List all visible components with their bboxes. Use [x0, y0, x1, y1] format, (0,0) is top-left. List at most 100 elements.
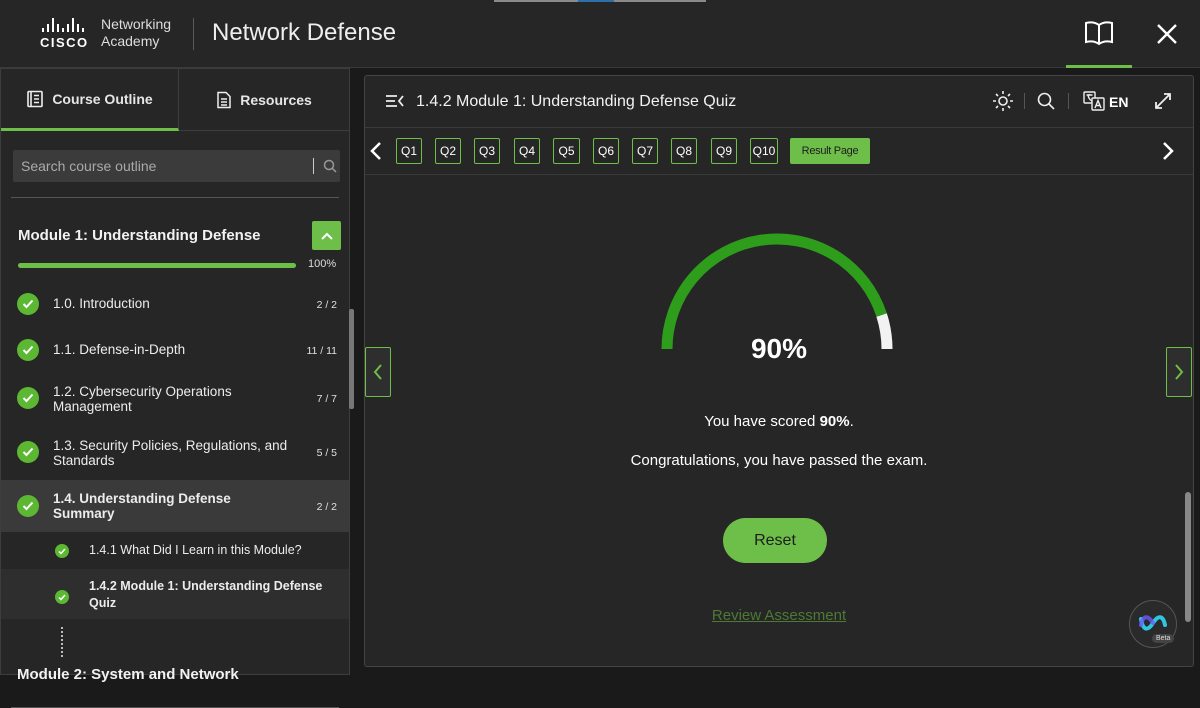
tab-resources[interactable]: Resources: [179, 69, 349, 131]
module-title[interactable]: Module 1: Understanding Defense: [18, 227, 261, 244]
outline-item-count: 11 / 11: [306, 345, 337, 357]
beta-badge: Beta: [1152, 634, 1175, 643]
outline-item-label: 1.1. Defense-in-Depth: [53, 342, 186, 357]
question-button[interactable]: Q3: [474, 138, 500, 164]
chevron-right-icon: [1175, 364, 1184, 380]
collapse-menu-icon[interactable]: [385, 93, 405, 109]
cisco-wordmark: CISCO: [40, 35, 89, 50]
question-button[interactable]: Q10: [750, 138, 778, 164]
check-circle-icon: [17, 441, 39, 463]
search-box: [13, 150, 340, 182]
close-button[interactable]: [1134, 0, 1200, 68]
congrats-message: Congratulations, you have passed the exa…: [630, 452, 928, 469]
outline-item-label: 1.3. Security Policies, Regulations, and…: [53, 438, 288, 468]
header-divider: [193, 18, 194, 50]
next-page-button[interactable]: [1166, 347, 1192, 397]
outline-item[interactable]: 1.2. Cybersecurity Operations Management…: [1, 374, 349, 422]
question-button[interactable]: Q2: [435, 138, 461, 164]
translate-icon[interactable]: [1083, 91, 1105, 111]
outline-item-label: 1.4. Understanding Defense Summary: [53, 491, 231, 521]
outline-item[interactable]: 1.0. Introduction 2 / 2: [1, 286, 349, 322]
outline-item[interactable]: 1.3. Security Policies, Regulations, and…: [1, 428, 349, 476]
outline-item-label: 1.2. Cybersecurity Operations Management: [53, 384, 232, 414]
reset-button[interactable]: Reset: [723, 518, 827, 563]
tab-resources-label: Resources: [240, 92, 312, 108]
webex-icon: [1139, 615, 1167, 631]
check-circle-icon: [17, 387, 39, 409]
outline-item-count: 2 / 2: [316, 501, 337, 513]
outline-icon: [27, 90, 44, 107]
question-button[interactable]: Q9: [711, 138, 737, 164]
check-circle-icon: [17, 495, 39, 517]
result-page-button[interactable]: Result Page: [790, 138, 870, 164]
tab-course-outline-label: Course Outline: [52, 90, 153, 107]
language-label[interactable]: EN: [1109, 94, 1128, 110]
module-progress-percent: 100%: [308, 258, 337, 270]
score-message-prefix: You have scored: [704, 413, 820, 430]
course-book-button[interactable]: [1066, 0, 1132, 68]
check-dot-icon: [55, 544, 69, 558]
quiz-header: 1.4.2 Module 1: Understanding Defense Qu…: [365, 76, 1193, 128]
outline-item-label: 1.0. Introduction: [53, 296, 150, 311]
score-message-suffix: .: [849, 413, 854, 430]
document-icon: [217, 91, 231, 109]
check-circle-icon: [17, 293, 39, 315]
header-separator: [1068, 93, 1069, 109]
section-divider: [11, 197, 339, 198]
cisco-bars-icon: [42, 18, 92, 32]
course-title: Network Defense: [212, 19, 397, 46]
top-bar: CISCO Networking Academy Network Defense: [0, 0, 1200, 68]
question-button[interactable]: Q4: [514, 138, 540, 164]
outline-item[interactable]: 1.1. Defense-in-Depth 11 / 11: [1, 332, 349, 368]
search-icon[interactable]: [323, 159, 337, 173]
close-icon: [1157, 24, 1177, 44]
question-button[interactable]: Q1: [396, 138, 422, 164]
outline-subitem-current[interactable]: 1.4.2 Module 1: Understanding Defense Qu…: [1, 569, 349, 619]
search-input[interactable]: [13, 150, 298, 182]
outline-item-count: 2 / 2: [316, 299, 337, 311]
module-progress-bar: [18, 263, 296, 268]
quiz-panel: 1.4.2 Module 1: Understanding Defense Qu…: [364, 75, 1194, 667]
course-outline-sidebar: Course Outline Resources Module 1: Under…: [0, 68, 354, 708]
chevron-right-icon[interactable]: [1161, 140, 1175, 162]
check-circle-icon: [17, 339, 39, 361]
outline-subitem-label: 1.4.1 What Did I Learn in this Module?: [89, 543, 302, 557]
quiz-title: 1.4.2 Module 1: Understanding Defense Qu…: [416, 93, 737, 110]
collapse-module-button[interactable]: [312, 221, 341, 250]
question-navigator: Q1 Q2 Q3 Q4 Q5 Q6 Q7 Q8 Q9 Q10 Result Page: [365, 129, 1193, 175]
outline-subitem[interactable]: 1.4.1 What Did I Learn in this Module?: [1, 533, 349, 567]
module-progress-fill: [18, 263, 296, 268]
logo-academy: Academy: [101, 33, 160, 49]
chevron-left-icon: [373, 364, 382, 380]
sidebar-tabs: Course Outline Resources: [1, 69, 349, 131]
chevron-up-icon: [320, 232, 333, 240]
score-message: You have scored 90%.: [365, 413, 1193, 430]
page-scrollbar[interactable]: [1185, 492, 1191, 622]
question-button[interactable]: Q5: [553, 138, 580, 164]
sidebar-scrollbar[interactable]: [349, 309, 354, 409]
book-icon: [1085, 20, 1113, 45]
outline-subitem-label: 1.4.2 Module 1: Understanding Defense Qu…: [89, 579, 323, 610]
chevron-left-icon[interactable]: [369, 140, 383, 162]
tab-course-outline[interactable]: Course Outline: [1, 69, 179, 131]
review-assessment-link[interactable]: Review Assessment: [365, 607, 1193, 624]
fullscreen-icon[interactable]: [1154, 92, 1172, 110]
check-dot-icon: [55, 590, 69, 604]
search-icon[interactable]: [1037, 92, 1055, 110]
question-button[interactable]: Q6: [593, 138, 619, 164]
previous-page-button[interactable]: [365, 347, 391, 397]
outline-item-active[interactable]: 1.4. Understanding Defense Summary 2 / 2: [1, 480, 349, 532]
cisco-logo[interactable]: CISCO Networking Academy: [40, 16, 180, 52]
top-loading-line: [494, 0, 706, 2]
header-separator: [1024, 93, 1025, 109]
question-button[interactable]: Q8: [671, 138, 697, 164]
subitem-connector: [61, 627, 63, 657]
score-message-value: 90%: [819, 413, 850, 430]
question-button[interactable]: Q7: [632, 138, 658, 164]
outline-item-count: 7 / 7: [316, 393, 337, 405]
brightness-icon[interactable]: [992, 90, 1014, 112]
outline-item-count: 5 / 5: [316, 447, 337, 459]
logo-networking: Networking: [101, 16, 172, 32]
search-divider: [313, 158, 314, 174]
score-percent: 90%: [750, 333, 808, 364]
